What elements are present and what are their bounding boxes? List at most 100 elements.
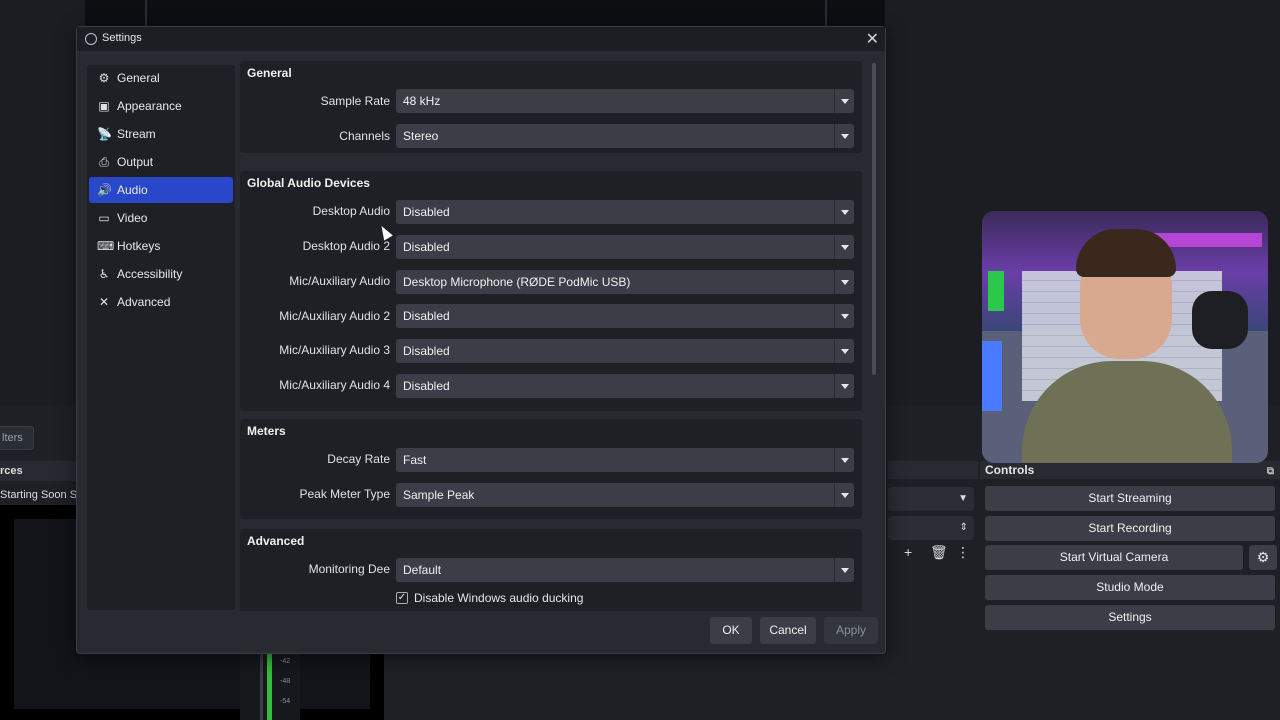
monitoring-device-label: Monitoring Dee xyxy=(309,562,390,576)
channels-label: Channels xyxy=(339,129,390,143)
obs-logo-icon xyxy=(85,33,97,45)
chevron-down-icon xyxy=(834,89,854,113)
chevron-down-icon xyxy=(834,558,854,582)
monitoring-device-select[interactable]: Default xyxy=(396,558,854,582)
transition-select[interactable]: ▼ xyxy=(888,487,974,511)
group-title: General xyxy=(247,66,292,80)
add-icon[interactable]: + xyxy=(904,544,912,560)
sidebar-item-label: Advanced xyxy=(117,295,171,309)
meters-group: Meters Decay Rate Fast Peak Meter Type S… xyxy=(240,419,862,519)
sidebar-item-output[interactable]: ⎙ Output xyxy=(89,149,233,175)
group-title: Global Audio Devices xyxy=(247,176,370,190)
sidebar-item-hotkeys[interactable]: ⌨ Hotkeys xyxy=(89,233,233,259)
combo-value: Disabled xyxy=(403,344,450,358)
output-icon: ⎙ xyxy=(99,154,109,169)
settings-button[interactable]: Settings xyxy=(985,605,1275,630)
sidebar-item-advanced[interactable]: ✕ Advanced xyxy=(89,289,233,315)
sidebar-item-label: Hotkeys xyxy=(117,239,161,253)
start-virtual-camera-button[interactable]: Start Virtual Camera xyxy=(985,545,1243,570)
controls-dock: Controls ⧉ Start Streaming Start Recordi… xyxy=(980,461,1280,720)
spin-arrows-icon: ⇕ xyxy=(959,522,968,533)
combo-value: Sample Peak xyxy=(403,488,475,502)
transition-toolbar: + 🗑 ⋮ xyxy=(896,544,976,566)
ok-button[interactable]: OK xyxy=(710,617,752,644)
mic-aux-audio-2-label: Mic/Auxiliary Audio 2 xyxy=(279,309,390,323)
duration-spinbox[interactable]: ⇕ xyxy=(888,516,974,540)
chevron-down-icon xyxy=(834,200,854,224)
undock-icon[interactable]: ⧉ xyxy=(1267,463,1274,481)
sidebar-item-stream[interactable]: 📡 Stream xyxy=(89,121,233,147)
chevron-down-icon xyxy=(834,124,854,148)
tools-icon: ✕ xyxy=(98,295,110,309)
sidebar-item-audio[interactable]: 🔊 Audio xyxy=(89,177,233,203)
sources-dock-header: rces xyxy=(0,461,80,481)
meter-tick: -48 xyxy=(280,678,291,685)
chevron-down-icon xyxy=(834,483,854,507)
mic-aux-audio-3-select[interactable]: Disabled xyxy=(396,339,854,363)
sidebar-item-video[interactable]: ▭ Video xyxy=(89,205,233,231)
decay-rate-select[interactable]: Fast xyxy=(396,448,854,472)
sidebar-item-label: Appearance xyxy=(117,99,182,113)
monitor-icon: ▭ xyxy=(98,211,110,225)
more-icon[interactable]: ⋮ xyxy=(956,544,970,561)
filters-button[interactable]: lters xyxy=(0,426,34,450)
preview-guide-line xyxy=(825,0,827,28)
start-recording-button[interactable]: Start Recording xyxy=(985,516,1275,541)
chevron-down-icon xyxy=(834,304,854,328)
gear-icon: ⚙ xyxy=(98,71,110,85)
sidebar-item-general[interactable]: ⚙ General xyxy=(89,65,233,91)
checkbox-checked[interactable]: ✓ xyxy=(396,592,408,604)
group-title: Advanced xyxy=(247,534,305,548)
monitoring-device-label-tail: e xyxy=(383,562,390,576)
global-audio-devices-group: Global Audio Devices Desktop Audio Disab… xyxy=(240,171,862,411)
settings-sidebar: ⚙ General ▣ Appearance 📡 Stream ⎙ Output… xyxy=(87,65,235,610)
combo-value: Disabled xyxy=(403,379,450,393)
preview-guide-line xyxy=(145,0,147,28)
scrollbar-thumb[interactable] xyxy=(872,63,876,375)
combo-value: Default xyxy=(403,563,442,577)
chevron-down-icon: ▼ xyxy=(958,493,968,504)
start-streaming-button[interactable]: Start Streaming xyxy=(985,486,1275,511)
preview-top-strip xyxy=(85,0,885,28)
desktop-audio-2-label: Desktop Audio 2 xyxy=(302,239,390,253)
meter-level-bar xyxy=(267,653,272,720)
sidebar-item-label: Video xyxy=(117,211,148,225)
monitoring-device-label-text: Monitoring De xyxy=(308,562,384,576)
channels-select[interactable]: Stereo xyxy=(396,124,854,148)
close-icon[interactable]: ✕ xyxy=(866,29,879,49)
controls-title: Controls xyxy=(985,463,1035,477)
studio-mode-button[interactable]: Studio Mode xyxy=(985,575,1275,600)
desktop-audio-2-select[interactable]: Disabled xyxy=(396,235,854,259)
chevron-down-icon xyxy=(834,374,854,398)
cancel-button[interactable]: Cancel xyxy=(760,617,816,644)
apply-button[interactable]: Apply xyxy=(824,617,878,644)
webcam-microphone xyxy=(1192,291,1248,349)
virtual-camera-gear-icon[interactable]: ⚙ xyxy=(1249,545,1277,570)
group-title: Meters xyxy=(247,424,286,438)
peak-meter-type-select[interactable]: Sample Peak xyxy=(396,483,854,507)
accessibility-icon: ♿ xyxy=(98,267,110,281)
speaker-icon: 🔊 xyxy=(97,183,112,197)
sample-rate-select[interactable]: 48 kHz xyxy=(396,89,854,113)
desktop-audio-select[interactable]: Disabled xyxy=(396,200,854,224)
meter-tick: -54 xyxy=(280,698,291,705)
mic-aux-audio-4-select[interactable]: Disabled xyxy=(396,374,854,398)
source-list-item[interactable]: Starting Soon Sc xyxy=(0,485,80,505)
decay-rate-label: Decay Rate xyxy=(327,452,390,466)
combo-value: Disabled xyxy=(403,205,450,219)
sidebar-item-accessibility[interactable]: ♿ Accessibility xyxy=(89,261,233,287)
mic-aux-audio-4-label: Mic/Auxiliary Audio 4 xyxy=(279,378,390,392)
trash-icon[interactable]: 🗑 xyxy=(930,544,948,561)
general-group: General Sample Rate 48 kHz Channels Ster… xyxy=(240,61,862,153)
mic-aux-audio-select[interactable]: Desktop Microphone (RØDE PodMic USB) xyxy=(396,270,854,294)
sidebar-item-appearance[interactable]: ▣ Appearance xyxy=(89,93,233,119)
panel-scrollbar[interactable] xyxy=(870,63,878,611)
combo-value: Fast xyxy=(403,453,427,467)
audio-settings-panel: General Sample Rate 48 kHz Channels Ster… xyxy=(240,61,870,611)
combo-value: Disabled xyxy=(403,240,450,254)
disable-ducking-row[interactable]: ✓ Disable Windows audio ducking xyxy=(396,591,583,605)
broadcast-icon: 📡 xyxy=(97,127,112,141)
meter-tick: -42 xyxy=(280,658,291,665)
sidebar-item-label: Accessibility xyxy=(117,267,183,281)
mic-aux-audio-2-select[interactable]: Disabled xyxy=(396,304,854,328)
